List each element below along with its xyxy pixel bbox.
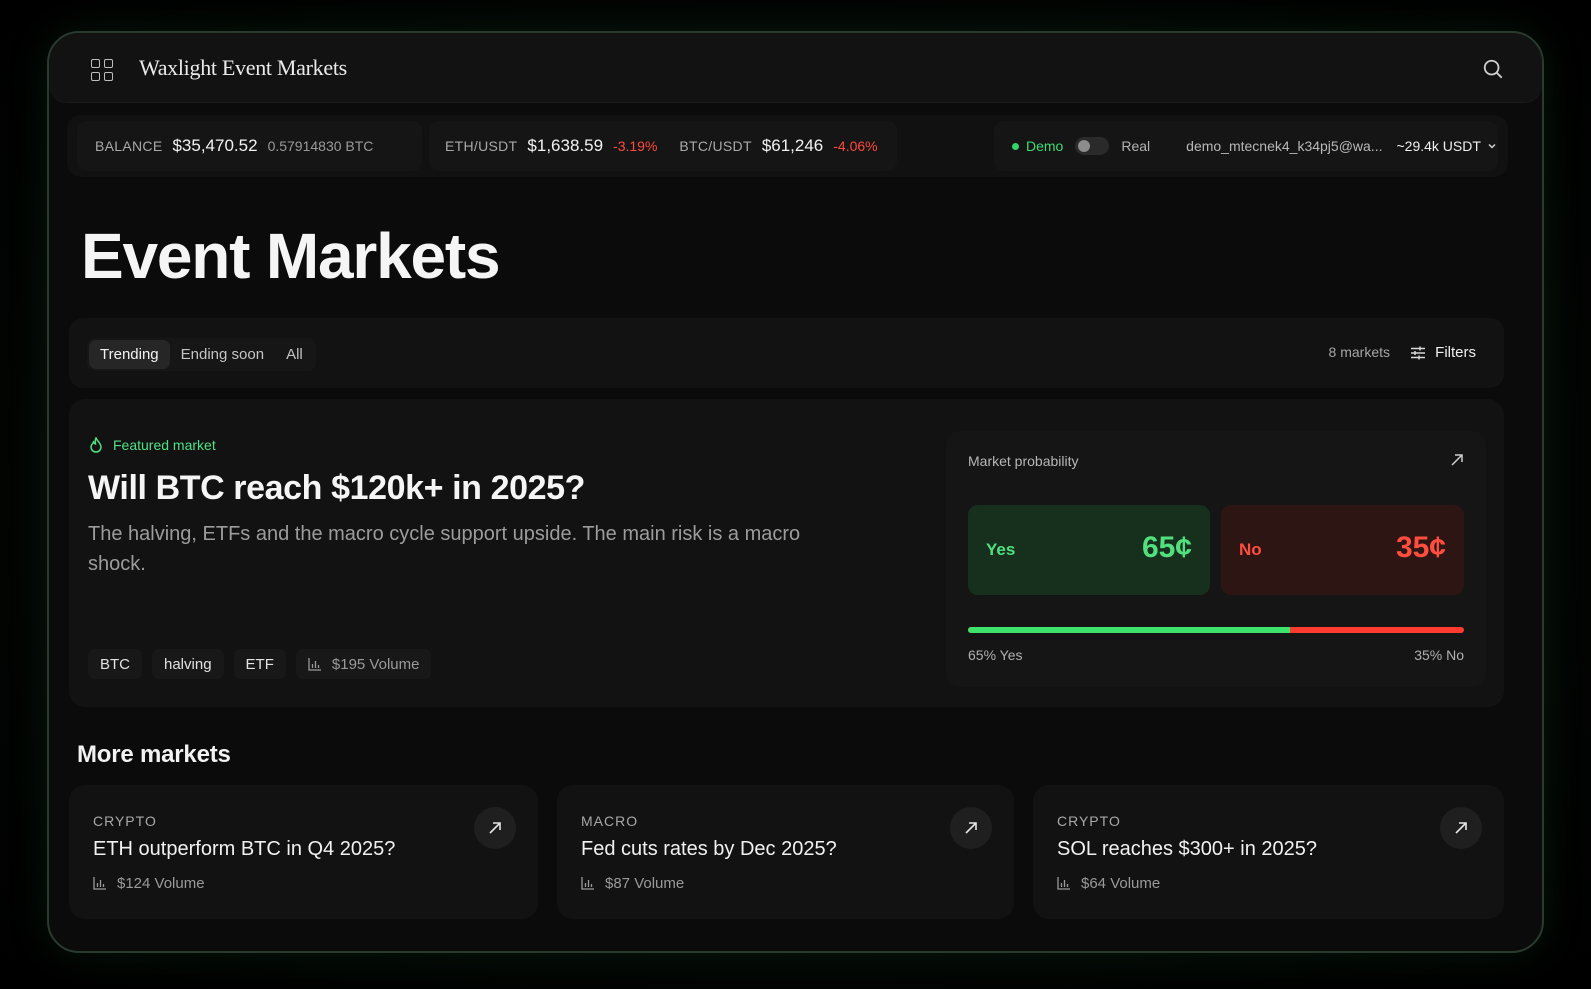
filters-label: Filters [1435, 344, 1476, 361]
market-card[interactable]: CRYPTO SOL reaches $300+ in 2025? $64 Vo… [1033, 785, 1504, 919]
volume-chip: $195 Volume [295, 649, 432, 679]
ticker-price: $61,246 [761, 136, 824, 155]
arrow-up-right-icon [489, 822, 501, 834]
bar-chart-icon [1057, 877, 1070, 890]
probability-bar-yes-fill [968, 627, 1291, 633]
search-icon[interactable] [1482, 58, 1504, 80]
sliders-icon [1411, 346, 1426, 359]
usdt-balance[interactable]: ~29.4k USDT [1396, 138, 1480, 154]
demo-status-dot [1012, 142, 1019, 150]
ticker-change: -3.19% [613, 138, 658, 154]
market-volume-value: $64 Volume [1081, 875, 1161, 892]
featured-tag: Featured market [89, 437, 216, 453]
account-email[interactable]: demo_mtecnek4_k34pj5@wa... [1186, 138, 1382, 154]
tickers-pill: ETH/USDT $1,638.59 -3.19% BTC/USDT $61,2… [429, 121, 897, 171]
tab-trending[interactable]: Trending [89, 340, 170, 369]
app-window: Waxlight Event Markets BALANCE $35,470.5… [47, 31, 1544, 953]
market-volume-value: $124 Volume [117, 875, 205, 892]
market-probability-panel: Market probability Yes 65¢ No 35¢ 65% Ye… [946, 431, 1486, 687]
no-price: 35¢ [1395, 531, 1446, 564]
open-market-button[interactable] [1440, 807, 1482, 849]
demo-mode-label: Demo [1026, 138, 1064, 154]
featured-description: The halving, ETFs and the macro cycle su… [88, 523, 801, 575]
demo-real-toggle[interactable] [1075, 137, 1110, 155]
balance-pill: BALANCE $35,470.52 0.57914830 BTC [77, 121, 422, 171]
ticker-price: $1,638.59 [527, 136, 604, 155]
more-markets-heading: More markets [77, 741, 231, 768]
brand-title[interactable]: Waxlight Event Markets [139, 55, 347, 81]
yes-percent-caption: 65% Yes [968, 647, 1023, 663]
market-question[interactable]: SOL reaches $300+ in 2025? [1057, 838, 1317, 861]
featured-tag-label: Featured market [113, 437, 216, 453]
yes-outcome-button[interactable]: Yes 65¢ [968, 505, 1210, 595]
no-percent-caption: 35% No [1414, 647, 1464, 663]
ticker-pair: BTC/USDT [679, 138, 752, 154]
bar-chart-icon [93, 877, 106, 890]
page-title: Event Markets [81, 220, 501, 292]
filters-button[interactable]: Filters [1406, 338, 1480, 367]
top-navigation-bar: Waxlight Event Markets [49, 33, 1542, 103]
tab-ending-soon[interactable]: Ending soon [170, 340, 275, 369]
market-question[interactable]: Fed cuts rates by Dec 2025? [581, 838, 837, 861]
yes-price: 65¢ [1141, 531, 1192, 564]
volume-value: $195 Volume [331, 655, 420, 673]
yes-label: Yes [986, 540, 1016, 559]
market-category: CRYPTO [93, 813, 157, 829]
featured-title[interactable]: Will BTC reach $120k+ in 2025? [88, 469, 585, 508]
tag-chip[interactable]: halving [152, 649, 224, 679]
no-outcome-button[interactable]: No 35¢ [1221, 505, 1464, 595]
arrow-up-right-icon[interactable] [1450, 453, 1464, 467]
open-market-button[interactable] [950, 807, 992, 849]
no-label: No [1239, 540, 1262, 559]
account-status-bar: BALANCE $35,470.52 0.57914830 BTC ETH/US… [67, 115, 1508, 177]
probability-title: Market probability [968, 453, 1079, 469]
probability-bar [968, 627, 1464, 633]
arrow-up-right-icon [1455, 822, 1467, 834]
account-pill: Demo Real demo_mtecnek4_k34pj5@wa... ~29… [994, 121, 1498, 171]
market-question[interactable]: ETH outperform BTC in Q4 2025? [93, 838, 395, 861]
market-tabs: Trending Ending soon All [87, 338, 316, 371]
balance-btc: 0.57914830 BTC [267, 138, 374, 154]
market-category: MACRO [581, 813, 639, 829]
real-mode-label: Real [1121, 138, 1151, 154]
open-market-button[interactable] [474, 807, 516, 849]
balance-label: BALANCE [95, 138, 163, 154]
market-category: CRYPTO [1057, 813, 1121, 829]
featured-market-card[interactable]: Featured market Will BTC reach $120k+ in… [69, 399, 1504, 707]
market-volume: $124 Volume [93, 875, 205, 892]
flame-icon [90, 437, 102, 453]
tag-chip[interactable]: ETF [233, 649, 286, 679]
ticker-pair: ETH/USDT [445, 138, 518, 154]
filter-bar: Trending Ending soon All 8 markets Filte… [69, 318, 1504, 388]
bar-chart-icon [581, 877, 594, 890]
apps-grid-icon[interactable] [91, 59, 113, 81]
market-volume: $87 Volume [581, 875, 684, 892]
tab-all[interactable]: All [275, 340, 314, 369]
market-volume: $64 Volume [1057, 875, 1160, 892]
tag-chip[interactable]: BTC [88, 649, 142, 679]
market-count: 8 markets [1328, 344, 1390, 360]
ticker-change: -4.06% [833, 138, 878, 154]
market-card[interactable]: CRYPTO ETH outperform BTC in Q4 2025? $1… [69, 785, 538, 919]
balance-value: $35,470.52 [172, 136, 258, 155]
bar-chart-icon [308, 657, 321, 671]
market-volume-value: $87 Volume [605, 875, 685, 892]
featured-tags: BTC halving ETF $195 Volume [88, 649, 432, 679]
arrow-up-right-icon [965, 822, 977, 834]
more-markets-list: CRYPTO ETH outperform BTC in Q4 2025? $1… [69, 785, 1504, 919]
market-card[interactable]: MACRO Fed cuts rates by Dec 2025? $87 Vo… [557, 785, 1014, 919]
chevron-down-icon[interactable] [1487, 141, 1497, 151]
